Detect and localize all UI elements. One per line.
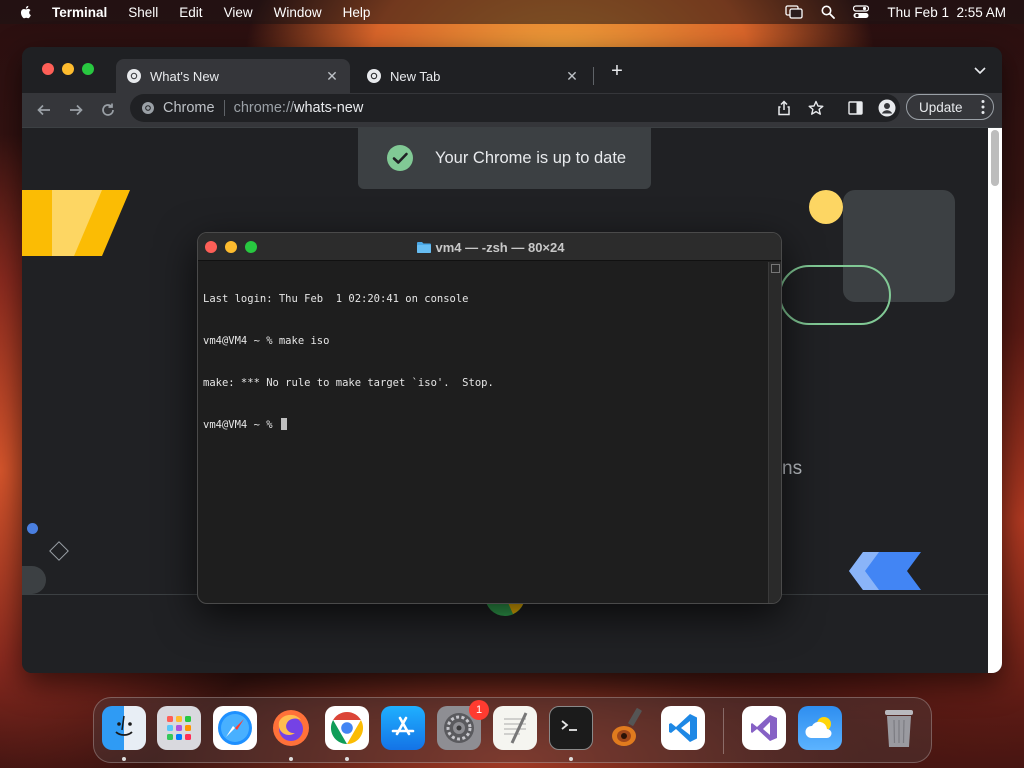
site-name-chip[interactable]: Chrome: [163, 100, 215, 116]
update-label: Update: [919, 99, 963, 115]
forward-arrow-icon[interactable]: [64, 98, 88, 122]
terminal-title-text: vm4 — -zsh — 80×24: [435, 239, 565, 255]
dock-separator: [723, 708, 724, 754]
folder-icon: [416, 242, 431, 253]
zoom-window-button[interactable]: [82, 63, 94, 75]
menu-window[interactable]: Window: [274, 5, 322, 20]
dock: 1: [93, 697, 932, 763]
chrome-favicon-icon: [367, 69, 381, 83]
tab-strip: What's New ✕ New Tab ✕ +: [22, 47, 1002, 93]
terminal-icon[interactable]: [549, 706, 593, 750]
toast-message: Your Chrome is up to date: [435, 148, 627, 167]
tab-search-chevron-icon[interactable]: [970, 61, 990, 81]
safari-icon[interactable]: [213, 706, 257, 750]
profile-avatar-icon[interactable]: [877, 98, 897, 118]
decorative-green-pill: [779, 265, 891, 325]
menu-clock[interactable]: Thu Feb 1 2:55 AM: [887, 5, 1006, 20]
terminal-window[interactable]: vm4 — -zsh — 80×24 Last login: Thu Feb 1…: [197, 232, 782, 604]
firefox-icon[interactable]: [269, 706, 313, 750]
close-window-button[interactable]: [42, 63, 54, 75]
terminal-scrollbar[interactable]: [768, 262, 781, 603]
decorative-yellow-shape: [22, 190, 130, 256]
more-menu-icon[interactable]: [981, 99, 985, 115]
terminal-line: Last login: Thu Feb 1 02:20:41 on consol…: [203, 293, 469, 305]
url-scheme: chrome://: [233, 100, 295, 116]
partially-hidden-text: ns: [782, 458, 803, 479]
notification-badge: 1: [469, 700, 489, 720]
menu-help[interactable]: Help: [343, 5, 371, 20]
omnibox-divider: [223, 100, 225, 116]
page-scrollbar[interactable]: [988, 128, 1002, 673]
tab-separator: [593, 67, 594, 85]
weather-icon[interactable]: [798, 706, 842, 750]
running-indicator: [345, 757, 349, 761]
share-icon[interactable]: [774, 98, 794, 118]
checkmark-icon: [387, 145, 413, 171]
update-button[interactable]: Update: [906, 94, 994, 120]
running-indicator: [569, 757, 573, 761]
window-controls: [42, 63, 94, 75]
terminal-output[interactable]: Last login: Thu Feb 1 02:20:41 on consol…: [198, 262, 768, 603]
menu-view[interactable]: View: [224, 5, 253, 20]
visual-studio-icon[interactable]: [742, 706, 786, 750]
close-tab-icon[interactable]: ✕: [562, 66, 582, 86]
launchpad-icon[interactable]: [157, 706, 201, 750]
tab-title: What's New: [150, 68, 219, 84]
decorative-blue-dot: [27, 523, 38, 534]
textedit-icon[interactable]: [493, 706, 537, 750]
minimize-window-button[interactable]: [62, 63, 74, 75]
menu-edit[interactable]: Edit: [179, 5, 202, 20]
chrome-site-icon: [142, 102, 154, 114]
back-arrow-icon[interactable]: [32, 98, 56, 122]
decorative-gray-blob: [22, 566, 46, 594]
menu-app-name[interactable]: Terminal: [52, 5, 107, 20]
google-chrome-icon[interactable]: [325, 706, 369, 750]
system-settings-icon[interactable]: 1: [437, 700, 489, 750]
decorative-diamond: [49, 541, 69, 561]
macos-menu-bar: Terminal Shell Edit View Window Help Thu…: [0, 0, 1024, 24]
terminal-prompt-line[interactable]: vm4@VM4 ~ %: [203, 418, 768, 432]
app-store-icon[interactable]: [381, 706, 425, 750]
terminal-line: make: *** No rule to make target `iso'. …: [203, 377, 494, 389]
finder-icon[interactable]: [102, 706, 146, 750]
chrome-favicon-icon: [127, 69, 141, 83]
screen-mirroring-icon[interactable]: [785, 5, 804, 19]
running-indicator: [122, 757, 126, 761]
bookmark-star-icon[interactable]: [806, 98, 826, 118]
tab-new-tab[interactable]: New Tab ✕: [356, 59, 590, 93]
tab-whats-new[interactable]: What's New ✕: [116, 59, 350, 93]
new-tab-icon[interactable]: +: [606, 60, 628, 82]
decorative-blue-arrow: [849, 552, 921, 590]
garageband-icon[interactable]: [605, 706, 649, 750]
terminal-title: vm4 — -zsh — 80×24: [198, 233, 781, 261]
tab-title: New Tab: [390, 68, 441, 84]
url-path: whats-new: [294, 100, 364, 116]
browser-toolbar: Chrome chrome://whats-new Update: [22, 93, 1002, 127]
visual-studio-code-icon[interactable]: [661, 706, 705, 750]
decorative-yellow-circle: [809, 190, 843, 224]
text-cursor: [280, 418, 287, 430]
control-center-icon[interactable]: [853, 5, 870, 19]
apple-menu-icon[interactable]: [18, 4, 34, 20]
side-panel-icon[interactable]: [845, 98, 865, 118]
running-indicator: [289, 757, 293, 761]
trash-icon[interactable]: [877, 706, 921, 750]
menu-shell[interactable]: Shell: [128, 5, 158, 20]
terminal-line: vm4@VM4 ~ % make iso: [203, 335, 330, 347]
terminal-prompt: vm4@VM4 ~ %: [203, 419, 279, 431]
reload-icon[interactable]: [96, 98, 120, 122]
close-tab-icon[interactable]: ✕: [322, 66, 342, 86]
scrollbar-thumb[interactable]: [991, 130, 999, 186]
scroll-marker-icon[interactable]: [771, 264, 780, 273]
spotlight-search-icon[interactable]: [821, 5, 836, 19]
update-status-toast: Your Chrome is up to date: [358, 128, 651, 189]
